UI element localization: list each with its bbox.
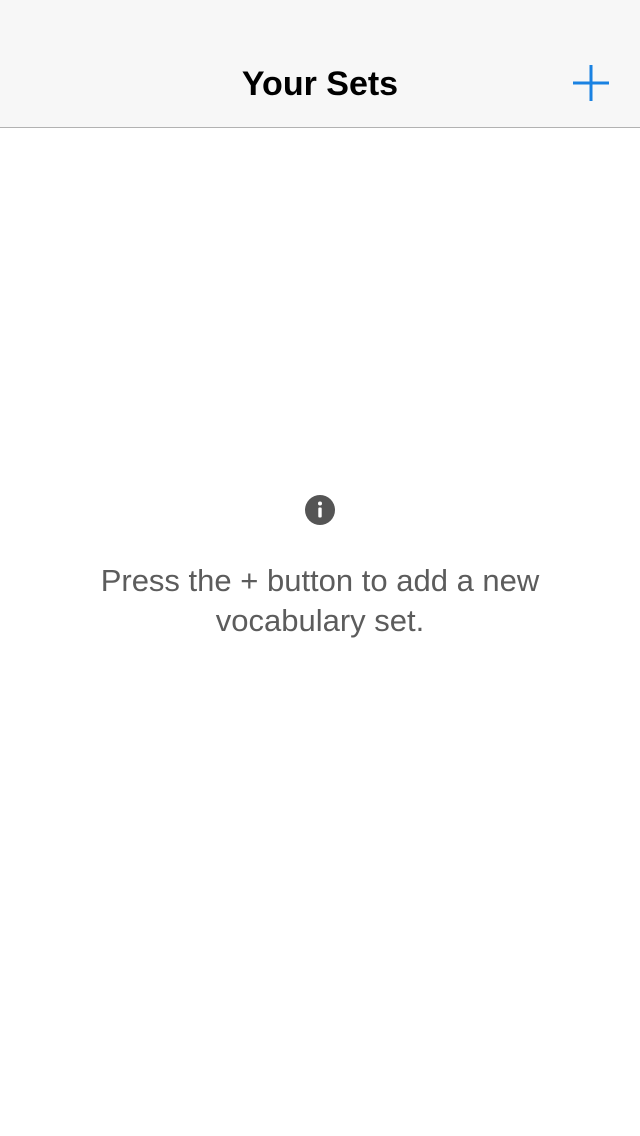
sets-screen: Your Sets Press the + button to add a ne… [0,0,640,1136]
plus-icon [573,65,609,101]
page-title: Your Sets [241,65,399,103]
add-set-button[interactable] [566,58,616,108]
empty-state-message: Press the + button to add a new vocabula… [100,563,540,638]
empty-state: Press the + button to add a new vocabula… [0,494,640,641]
info-icon [305,495,335,525]
navigation-bar: Your Sets [0,0,640,128]
